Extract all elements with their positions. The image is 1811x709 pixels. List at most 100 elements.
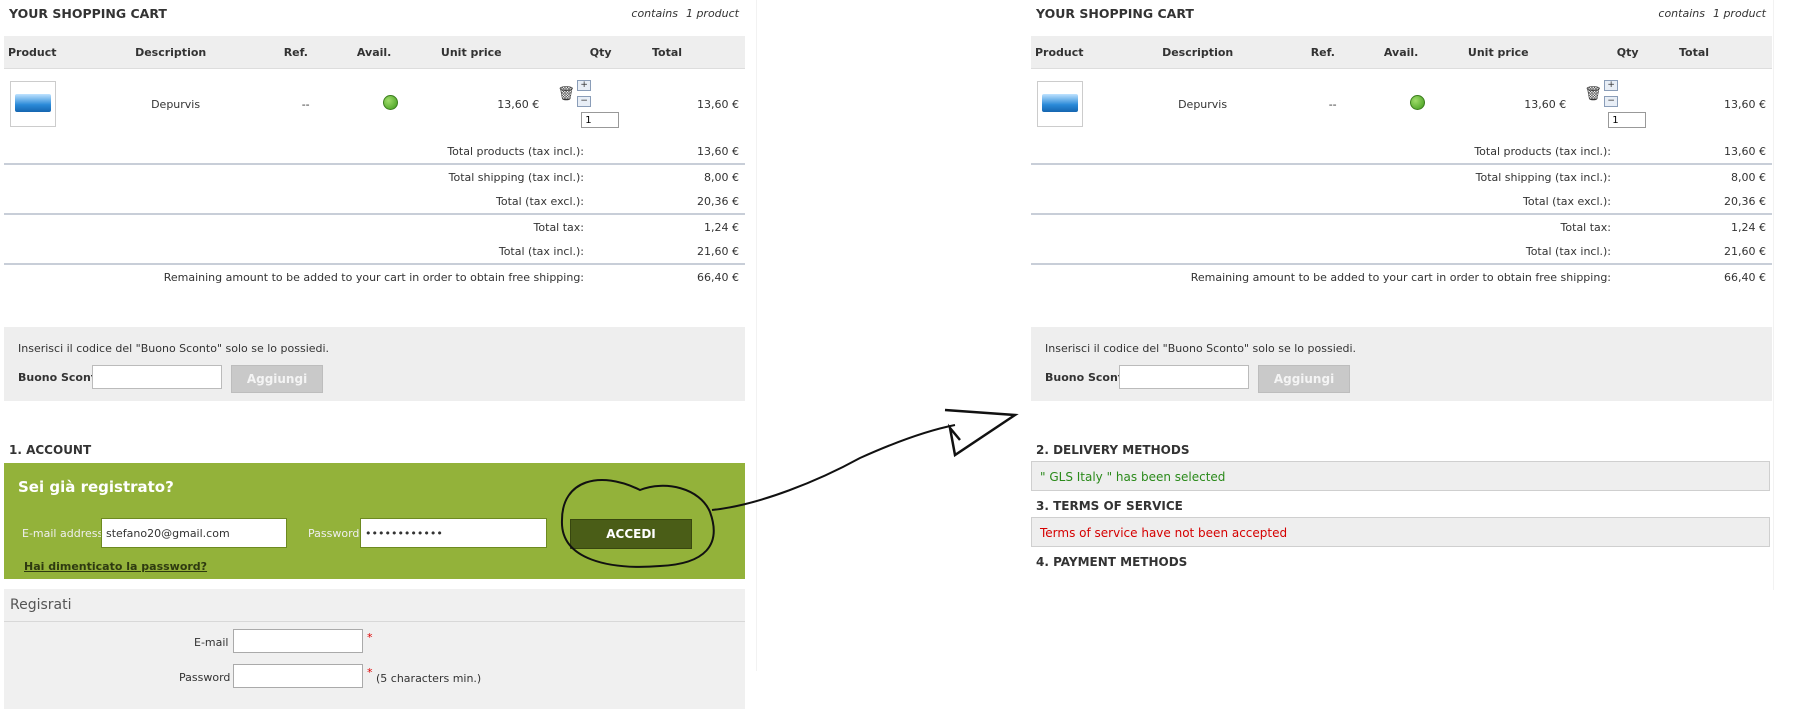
col-product: Product	[4, 36, 132, 69]
qty-input[interactable]	[581, 112, 620, 128]
register-title: Regisrati	[10, 597, 72, 613]
trash-icon[interactable]: 🗑	[1584, 86, 1602, 102]
reg-email-required: *	[367, 631, 373, 644]
password-field[interactable]	[360, 518, 547, 548]
voucher-info: Inserisci il codice del "Buono Sconto" s…	[1045, 342, 1357, 355]
checkout-steps: 2. DELIVERY METHODS " GLS Italy " has be…	[1031, 443, 1776, 569]
voucher-info: Inserisci il codice del "Buono Sconto" s…	[18, 342, 330, 355]
panel-divider	[756, 0, 757, 671]
cart-header: YOUR SHOPPING CART contains 1 product	[1031, 0, 1776, 36]
qty-plus-button[interactable]: +	[577, 80, 592, 91]
password-label: Password:	[308, 527, 364, 540]
cart-header: YOUR SHOPPING CART contains 1 product	[4, 0, 749, 36]
terms-step-title: 3. TERMS OF SERVICE	[1036, 499, 1183, 513]
cart-table: Product Description Ref. Avail. Unit pri…	[1031, 36, 1772, 289]
voucher-add-button[interactable]: Aggiungi	[1258, 365, 1350, 393]
col-avail: Avail.	[352, 36, 437, 69]
trash-icon[interactable]: 🗑	[557, 86, 575, 102]
login-button[interactable]: ACCEDI	[570, 519, 692, 549]
qty-input[interactable]	[1608, 112, 1647, 128]
cart-title: YOUR SHOPPING CART	[9, 6, 167, 21]
payment-step-title: 4. PAYMENT METHODS	[1036, 555, 1188, 569]
summary-row: Total (tax incl.): 21,60 €	[1031, 239, 1772, 265]
col-qty: Qty	[1580, 36, 1676, 69]
product-thumbnail[interactable]	[10, 81, 56, 127]
table-row: Depurvis -- 13,60 € 🗑 + − 13,60 €	[1031, 69, 1772, 140]
qty-controls: 🗑 + −	[1584, 76, 1664, 132]
product-thumbnail[interactable]	[1037, 81, 1083, 127]
annotation-arrowhead-icon	[944, 408, 1019, 458]
reg-email-label: E-mail	[194, 636, 229, 649]
email-label: E-mail address:	[22, 527, 107, 540]
voucher-input[interactable]	[1119, 365, 1249, 389]
col-qty: Qty	[553, 36, 649, 69]
voucher-add-button[interactable]: Aggiungi	[231, 365, 323, 393]
account-step-title: 1. ACCOUNT	[9, 443, 92, 457]
voucher-box: Inserisci il codice del "Buono Sconto" s…	[4, 327, 745, 401]
cart-table-header: Product Description Ref. Avail. Unit pri…	[4, 36, 745, 69]
summary-row: Total products (tax incl.): 13,60 €	[1031, 139, 1772, 165]
voucher-box: Inserisci il codice del "Buono Sconto" s…	[1031, 327, 1772, 401]
product-total: 13,60 €	[697, 97, 739, 111]
forgot-password-link[interactable]: Hai dimenticato la password?	[24, 560, 207, 573]
login-box: Sei già registrato? E-mail address: Pass…	[4, 463, 745, 579]
summary-row: Total tax: 1,24 €	[1560, 220, 1766, 234]
reg-password-label: Password	[179, 671, 231, 684]
product-total: 13,60 €	[1724, 97, 1766, 111]
cart-contains-label: contains	[631, 7, 678, 20]
summary-row: Total (tax incl.): 21,60 €	[4, 239, 745, 265]
col-unit-price: Unit price	[1463, 36, 1581, 69]
summary-row: Total shipping (tax incl.): 8,00 €	[1475, 170, 1766, 184]
register-divider	[4, 621, 745, 622]
terms-error-message: Terms of service have not been accepted	[1031, 517, 1770, 547]
delivery-message: " GLS Italy " has been selected	[1031, 461, 1770, 491]
qty-minus-button[interactable]: −	[577, 96, 592, 107]
product-ref: --	[1328, 97, 1337, 111]
reg-password-required: *	[367, 666, 373, 679]
email-field[interactable]	[101, 518, 287, 548]
product-unit-price: 13,60 €	[1524, 97, 1567, 111]
col-avail: Avail.	[1379, 36, 1464, 69]
summary-row: Total (tax excl.): 20,36 €	[1031, 189, 1772, 215]
product-unit-price: 13,60 €	[497, 97, 540, 111]
product-description: Depurvis	[1178, 97, 1228, 111]
voucher-input[interactable]	[92, 365, 222, 389]
qty-controls: 🗑 + −	[557, 76, 637, 132]
cart-count: contains 1 product	[1658, 7, 1766, 20]
summary-row: Total products (tax incl.): 13,60 €	[4, 139, 745, 165]
cart-contains-label: contains	[1658, 7, 1705, 20]
summary-row: Total tax: 1,24 €	[533, 220, 739, 234]
reg-email-input[interactable]	[233, 629, 363, 653]
register-box: Regisrati E-mail * Password * (5 charact…	[4, 589, 745, 709]
table-row: Depurvis -- 13,60 € 🗑 + − 13,60 €	[4, 69, 745, 140]
summary-row: Remaining amount to be added to your car…	[163, 270, 739, 284]
qty-minus-button[interactable]: −	[1604, 96, 1619, 107]
cart-count: contains 1 product	[631, 7, 739, 20]
col-description: Description	[131, 36, 280, 69]
delivery-step-title: 2. DELIVERY METHODS	[1036, 443, 1190, 457]
product-ref: --	[301, 97, 310, 111]
cart-contains-count: 1 product	[1712, 7, 1766, 20]
reg-password-hint: (5 characters min.)	[376, 672, 482, 685]
col-product: Product	[1031, 36, 1159, 69]
col-ref: Ref.	[279, 36, 353, 69]
cart-table-header: Product Description Ref. Avail. Unit pri…	[1031, 36, 1772, 69]
cart-contains-count: 1 product	[685, 7, 739, 20]
right-checkout-panel: YOUR SHOPPING CART contains 1 product Pro…	[1031, 0, 1776, 569]
product-description: Depurvis	[151, 97, 201, 111]
qty-plus-button[interactable]: +	[1604, 80, 1619, 91]
availability-icon	[1409, 95, 1425, 110]
left-checkout-panel: YOUR SHOPPING CART contains 1 product Pro…	[4, 0, 749, 709]
col-ref: Ref.	[1306, 36, 1380, 69]
availability-icon	[382, 95, 398, 110]
summary-row: Remaining amount to be added to your car…	[1190, 270, 1766, 284]
login-title: Sei già registrato?	[18, 478, 174, 496]
col-unit-price: Unit price	[436, 36, 554, 69]
summary-row: Total shipping (tax incl.): 8,00 €	[448, 170, 739, 184]
col-total: Total	[648, 36, 745, 69]
cart-table: Product Description Ref. Avail. Unit pri…	[4, 36, 745, 289]
cart-title: YOUR SHOPPING CART	[1036, 6, 1194, 21]
reg-password-input[interactable]	[233, 664, 363, 688]
summary-row: Total (tax excl.): 20,36 €	[4, 189, 745, 215]
col-description: Description	[1158, 36, 1307, 69]
